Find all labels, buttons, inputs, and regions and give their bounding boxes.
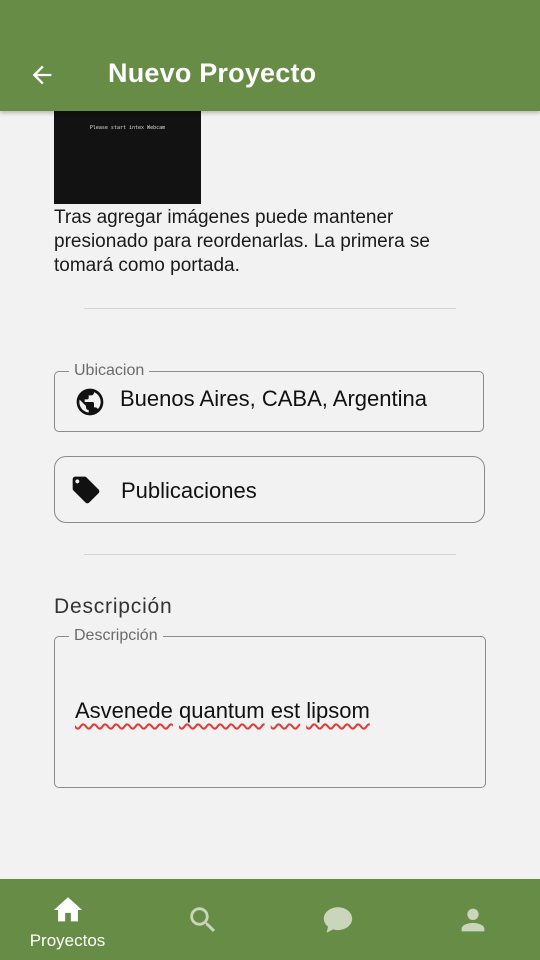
location-value: Buenos Aires, CABA, Argentina: [120, 386, 427, 411]
location-field-label: Ubicacion: [69, 361, 150, 381]
page-title: Nuevo Proyecto: [108, 58, 317, 88]
publications-button[interactable]: Publicaciones: [54, 456, 485, 523]
nav-item-proyectos[interactable]: Proyectos: [0, 879, 135, 960]
image-help-text: Tras agregar imágenes puede mantener pre…: [54, 207, 430, 276]
misspelled-word: Asvenede: [75, 698, 173, 723]
project-image-thumbnail[interactable]: Please start intex Webcam: [54, 111, 201, 204]
bottom-navigation: Proyectos: [0, 879, 540, 960]
location-field[interactable]: Ubicacion Buenos Aires, CABA, Argentina: [54, 361, 484, 432]
nav-label-proyectos: Proyectos: [29, 931, 106, 950]
app-screen: Nuevo Proyecto Please start intex Webcam…: [0, 0, 540, 960]
globe-icon: [76, 388, 104, 416]
misspelled-word: est: [270, 698, 301, 723]
description-value: Asvenede quantum est lipsom: [75, 698, 370, 724]
nav-item-search[interactable]: [135, 879, 270, 960]
back-button[interactable]: [22, 55, 62, 95]
description-textarea[interactable]: Descripción Asvenede quantum est lipsom: [54, 626, 486, 788]
arrow-left-icon: [32, 65, 52, 85]
description-section-title: Descripción: [54, 595, 173, 618]
search-icon: [189, 907, 215, 933]
divider: [84, 308, 456, 309]
chat-icon: [323, 907, 352, 933]
description-field-label: Descripción: [69, 626, 163, 646]
person-icon: [461, 908, 484, 932]
nav-item-profile[interactable]: [405, 879, 540, 960]
publications-label: Publicaciones: [121, 478, 257, 503]
home-icon: [53, 897, 82, 922]
divider: [84, 554, 456, 555]
nav-item-chat[interactable]: [270, 879, 405, 960]
misspelled-word: quantum: [178, 698, 265, 723]
tag-icon: [72, 476, 100, 504]
app-bar: Nuevo Proyecto: [0, 0, 540, 111]
webcam-placeholder-text: Please start intex Webcam: [89, 125, 166, 131]
misspelled-word: lipsom: [306, 698, 370, 723]
